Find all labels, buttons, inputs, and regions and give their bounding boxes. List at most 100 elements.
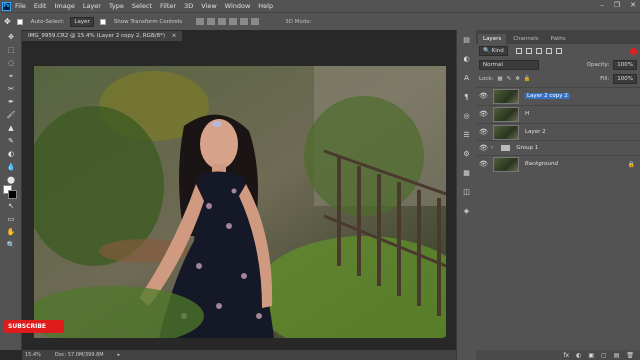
menu-window[interactable]: Window	[225, 2, 251, 10]
menu-layer[interactable]: Layer	[83, 2, 101, 10]
crop-tool-icon[interactable]: ✂	[4, 84, 18, 95]
character-panel-icon[interactable]: A	[462, 73, 472, 83]
photo-canvas[interactable]	[34, 66, 446, 338]
tab-paths[interactable]: Paths	[546, 34, 571, 44]
menu-image[interactable]: Image	[54, 2, 74, 10]
properties-panel-icon[interactable]: ☰	[462, 130, 472, 140]
menu-edit[interactable]: Edit	[34, 2, 47, 10]
document-tab[interactable]: IMG_9959.CR2 @ 15.4% (Layer 2 copy 2, RG…	[22, 31, 183, 41]
menu-file[interactable]: File	[15, 2, 26, 10]
lock-pixels-icon[interactable]: ▦	[497, 76, 502, 82]
group-row[interactable]: 👁 › Group 1	[476, 140, 640, 154]
blur-tool-icon[interactable]: 💧	[4, 162, 18, 173]
swatches-panel-icon[interactable]: ▦	[462, 168, 472, 178]
new-group-icon[interactable]: ▢	[601, 352, 607, 359]
shape-tool-icon[interactable]: ▭	[4, 214, 18, 225]
mask-icon[interactable]: ▣	[588, 352, 594, 359]
auto-select-checkbox[interactable]	[16, 18, 25, 25]
blend-row: Normal Opacity: 100%	[476, 58, 640, 72]
align-center-icon[interactable]	[240, 18, 249, 25]
align-bottom-icon[interactable]	[218, 18, 227, 25]
pixel-filter-icon[interactable]	[515, 48, 522, 54]
tools-panel: ✥ ⬚ ◌ ⌖ ✂ ✒ 🖌 ▲ ✎ ◐ 💧 ⬤ T ↖ ▭ ✋ 🔍	[0, 30, 22, 350]
brush-tool-icon[interactable]: 🖌	[4, 110, 18, 121]
quick-select-tool-icon[interactable]: ⌖	[4, 71, 18, 82]
blend-mode-dropdown[interactable]: Normal	[479, 60, 539, 70]
filter-toggle-icon[interactable]	[630, 47, 637, 55]
layer-row[interactable]: 👁 Layer 2	[476, 123, 640, 140]
layer-name[interactable]: Layer 2	[525, 129, 546, 135]
history-panel-icon[interactable]: ▤	[462, 35, 472, 45]
layer-name[interactable]: H	[525, 111, 529, 117]
align-middle-icon[interactable]	[207, 18, 216, 25]
tab-channels[interactable]: Channels	[508, 34, 543, 44]
color-panel-icon[interactable]: ◎	[462, 111, 472, 121]
menu-type[interactable]: Type	[109, 2, 124, 10]
lock-position-icon[interactable]: ✥	[515, 76, 520, 82]
visibility-eye-icon[interactable]: 👁	[479, 144, 489, 152]
styles-panel-icon[interactable]: ◈	[462, 206, 472, 216]
marquee-tool-icon[interactable]: ⬚	[4, 45, 18, 56]
history-brush-tool-icon[interactable]: ✎	[4, 136, 18, 147]
visibility-eye-icon[interactable]: 👁	[479, 128, 489, 136]
trash-icon[interactable]: 🗑	[626, 352, 634, 359]
restore-icon[interactable]: ❐	[614, 1, 620, 9]
transform-checkbox[interactable]	[99, 18, 108, 25]
kind-filter-label: Kind	[491, 48, 504, 54]
eraser-tool-icon[interactable]: ◐	[4, 149, 18, 160]
settings-panel-icon[interactable]: ⚙	[462, 149, 472, 159]
stamp-tool-icon[interactable]: ▲	[4, 123, 18, 134]
layer-thumbnail	[493, 106, 519, 122]
menu-help[interactable]: Help	[258, 2, 273, 10]
libraries-panel-icon[interactable]: ◫	[462, 187, 472, 197]
align-right-icon[interactable]	[251, 18, 260, 25]
minimize-icon[interactable]: –	[600, 1, 604, 9]
zoom-tool-icon[interactable]: 🔍	[4, 240, 18, 251]
expand-arrow-icon[interactable]: ›	[491, 144, 493, 151]
menu-select[interactable]: Select	[132, 2, 152, 10]
type-filter-icon[interactable]	[535, 48, 542, 54]
visibility-eye-icon[interactable]: 👁	[479, 92, 489, 100]
lock-image-icon[interactable]: ✎	[507, 76, 512, 82]
fx-icon[interactable]: fx	[563, 352, 569, 359]
menu-filter[interactable]: Filter	[160, 2, 176, 10]
tab-layers[interactable]: Layers	[478, 34, 507, 44]
menu-3d[interactable]: 3D	[184, 2, 193, 10]
layer-name[interactable]: Background	[525, 161, 558, 167]
align-top-icon[interactable]	[196, 18, 205, 25]
smart-filter-icon[interactable]	[555, 48, 562, 54]
lasso-tool-icon[interactable]: ◌	[4, 58, 18, 69]
adjustment-filter-icon[interactable]	[525, 48, 532, 54]
path-select-tool-icon[interactable]: ↖	[4, 201, 18, 212]
subscribe-button[interactable]: SUBSCRIBE	[4, 320, 64, 333]
background-color-swatch[interactable]	[8, 190, 17, 199]
layer-name[interactable]: Layer 2 copy 2	[525, 93, 570, 99]
shape-filter-icon[interactable]	[545, 48, 552, 54]
layer-row[interactable]: 👁 Layer 2 copy 2	[476, 87, 640, 104]
visibility-eye-icon[interactable]: 👁	[479, 160, 489, 168]
adjustment-layer-icon[interactable]: ◐	[576, 352, 581, 359]
close-icon[interactable]: ✕	[630, 1, 636, 9]
opacity-input[interactable]: 100%	[613, 60, 637, 70]
visibility-eye-icon[interactable]: 👁	[479, 110, 489, 118]
status-arrow-icon[interactable]: ▸	[118, 352, 121, 358]
fill-input[interactable]: 100%	[613, 74, 637, 84]
auto-select-dropdown[interactable]: Layer	[70, 16, 94, 27]
paragraph-panel-icon[interactable]: ¶	[462, 92, 472, 102]
group-name[interactable]: Group 1	[516, 145, 538, 151]
adjustments-panel-icon[interactable]: ◐	[462, 54, 472, 64]
layer-row[interactable]: 👁 Background 🔒	[476, 155, 640, 172]
eyedropper-tool-icon[interactable]: ✒	[4, 97, 18, 108]
move-tool-icon[interactable]: ✥	[4, 17, 11, 26]
menu-view[interactable]: View	[201, 2, 216, 10]
zoom-level[interactable]: 15.4%	[25, 352, 41, 358]
layer-row[interactable]: 👁 H	[476, 105, 640, 122]
align-left-icon[interactable]	[229, 18, 238, 25]
lock-label: Lock:	[479, 76, 494, 82]
hand-tool-icon[interactable]: ✋	[4, 227, 18, 238]
lock-all-icon[interactable]: 🔒	[524, 76, 531, 82]
close-tab-icon[interactable]: ×	[172, 33, 177, 39]
move-tool-icon[interactable]: ✥	[4, 32, 18, 43]
kind-filter-dropdown[interactable]: 🔍 Kind	[479, 46, 508, 56]
new-layer-icon[interactable]: ▤	[614, 352, 620, 359]
